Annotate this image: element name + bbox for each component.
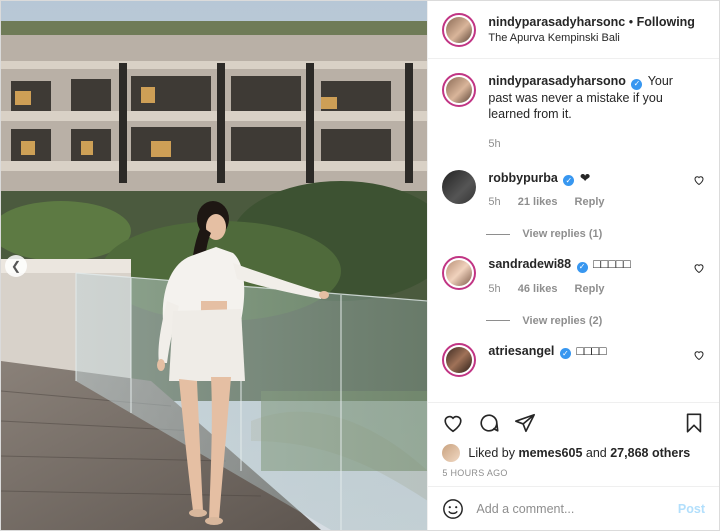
comments-list[interactable]: nindyparasadyharsono ✓ Your past was nev…	[428, 59, 719, 402]
heart-icon[interactable]	[442, 412, 464, 434]
post-photo[interactable]: ❮	[1, 1, 428, 530]
caption-avatar[interactable]	[442, 73, 477, 107]
comment-avatar[interactable]	[442, 256, 477, 290]
comment-input[interactable]	[476, 501, 678, 516]
verified-badge-icon: ✓	[631, 78, 643, 90]
liker-avatar	[442, 444, 461, 462]
author-username[interactable]: nindyparasadyharsonc	[488, 15, 625, 29]
likes-prefix: Liked by	[468, 446, 515, 460]
comment-avatar[interactable]	[442, 169, 477, 204]
view-replies-label: View replies (2)	[522, 314, 603, 327]
reply-button[interactable]: Reply	[575, 283, 605, 295]
post-timestamp[interactable]: 5 HOURS AGO	[428, 464, 719, 486]
bookmark-icon[interactable]	[683, 412, 705, 434]
photo-illustration	[1, 1, 428, 530]
comment-time: 5h	[488, 282, 501, 295]
reply-button[interactable]: Reply	[575, 196, 605, 208]
post-location[interactable]: The Apurva Kempinski Bali	[488, 30, 695, 46]
list-item: atriesangel ✓ □□□□	[442, 327, 705, 377]
comment-text: □□□□□	[593, 257, 631, 271]
heart-icon[interactable]	[693, 349, 705, 361]
comment-likes[interactable]: 21 likes	[518, 196, 558, 208]
comment-icon[interactable]	[478, 412, 500, 434]
likes-middle: and	[585, 446, 607, 460]
following-button[interactable]: Following	[637, 15, 695, 29]
list-item: robbypurba ✓ ❤ 5h 21 likes Reply	[442, 152, 705, 211]
likes-count[interactable]: 27,868 others	[610, 446, 690, 460]
liker-username[interactable]: memes605	[518, 446, 582, 460]
comment-text: ❤	[579, 170, 591, 185]
view-replies-button[interactable]: View replies (2)	[486, 315, 705, 327]
view-replies-label: View replies (1)	[522, 228, 603, 240]
add-comment-bar: Post	[428, 486, 719, 530]
comment-username[interactable]: robbypurba	[488, 171, 557, 185]
comment-text: □□□□	[576, 343, 607, 358]
verified-badge-icon: ✓	[559, 348, 571, 359]
comment-avatar[interactable]	[442, 342, 477, 377]
comment-username[interactable]: atriesangel	[488, 344, 554, 358]
comment-likes[interactable]: 46 likes	[518, 283, 558, 295]
caption-time: 5h	[488, 137, 501, 150]
post-modal: ❮ nindyparasadyharsonc • Following The A…	[0, 0, 720, 531]
post-sidebar: nindyparasadyharsonc • Following The Apu…	[427, 1, 719, 530]
view-replies-button[interactable]: View replies (1)	[486, 228, 705, 240]
post-header: nindyparasadyharsonc • Following The Apu…	[428, 1, 719, 59]
follow-separator: •	[628, 14, 634, 29]
caption-username[interactable]: nindyparasadyharsono	[488, 74, 626, 88]
comment-username[interactable]: sandradewi88	[488, 257, 571, 271]
divider	[486, 320, 511, 321]
comment-time: 5h	[488, 196, 501, 208]
post-button[interactable]: Post	[678, 502, 705, 516]
verified-badge-icon: ✓	[563, 175, 575, 186]
list-item: sandradewi88 ✓ □□□□□ 5h 46 likes Reply	[442, 240, 705, 297]
divider	[486, 233, 511, 235]
share-icon[interactable]	[514, 412, 536, 434]
heart-icon[interactable]	[693, 262, 705, 274]
verified-badge-icon: ✓	[576, 261, 588, 273]
smile-icon[interactable]	[442, 498, 464, 520]
chevron-left-icon[interactable]: ❮	[5, 255, 27, 277]
author-avatar[interactable]	[442, 12, 477, 47]
heart-icon[interactable]	[693, 174, 705, 186]
action-bar	[428, 402, 719, 442]
likes-summary[interactable]: Liked by memes605 and 27,868 others	[428, 442, 719, 464]
caption: nindyparasadyharsono ✓ Your past was nev…	[442, 59, 705, 152]
